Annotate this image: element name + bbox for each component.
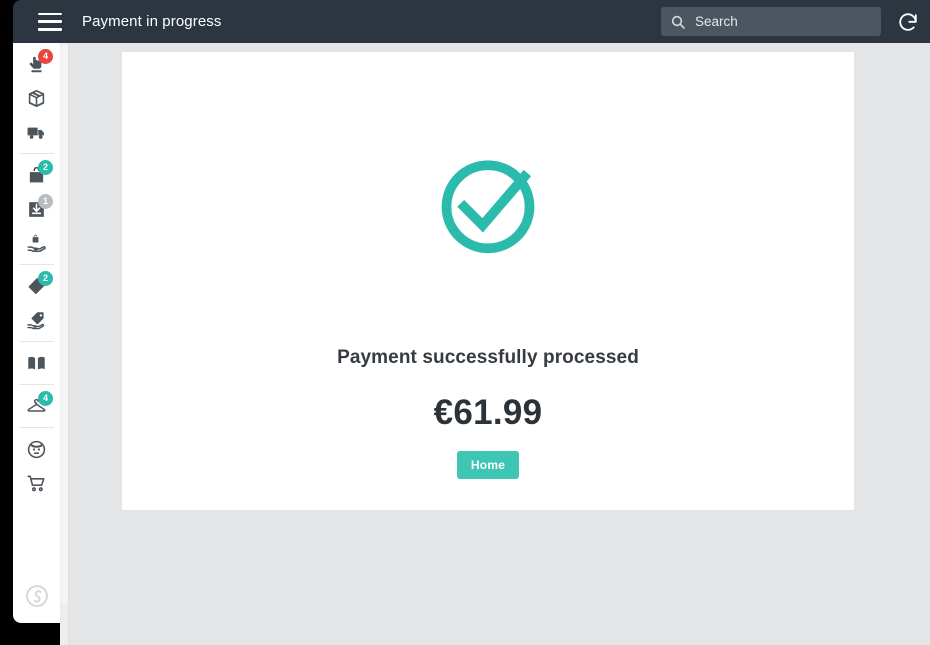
- hamburger-line: [38, 28, 62, 31]
- package-box-icon: [26, 88, 47, 109]
- sidebar-divider: [19, 384, 54, 385]
- sidebar-item-delivery-truck[interactable]: [13, 115, 60, 149]
- sidebar-group: 2: [13, 269, 60, 337]
- sidebar-item-inbox-download[interactable]: 1: [13, 192, 60, 226]
- hamburger-line: [38, 12, 62, 15]
- sidebar-item-customer[interactable]: [13, 432, 60, 466]
- shopping-cart-icon: [26, 473, 47, 494]
- page-title: Payment in progress: [82, 13, 222, 30]
- sidebar-item-package[interactable]: [13, 81, 60, 115]
- payment-amount: €61.99: [433, 393, 543, 432]
- check-circle-icon: [435, 152, 541, 258]
- search-icon: [670, 14, 686, 30]
- sidebar-item-shopping-bag[interactable]: 2: [13, 158, 60, 192]
- sidebar-badge: 2: [38, 271, 53, 286]
- content-scrollbar[interactable]: [60, 43, 69, 645]
- hand-holding-tag-icon: [26, 310, 47, 331]
- search-box[interactable]: [661, 7, 881, 36]
- hamburger-menu-icon[interactable]: [38, 12, 62, 31]
- sidebar-item-hanger[interactable]: 4: [13, 389, 60, 423]
- hand-holding-bag-icon: [26, 233, 47, 254]
- payment-result-card: Payment successfully processed €61.99 Ho…: [122, 52, 854, 510]
- sidebar-group: 4: [13, 47, 60, 149]
- sidebar-group: [13, 346, 60, 380]
- sidebar-divider: [19, 153, 54, 154]
- sidebar-badge: 2: [38, 160, 53, 175]
- app-window: Payment in progress Search 4 2 1 2 4 Pay…: [0, 0, 930, 645]
- sidebar-divider: [19, 427, 54, 428]
- hamburger-line: [38, 20, 62, 23]
- sidebar-item-hand-pointer[interactable]: 4: [13, 47, 60, 81]
- sidebar-badge: 4: [38, 391, 53, 406]
- refresh-icon[interactable]: [897, 11, 919, 33]
- content-area: Payment successfully processed €61.99 Ho…: [60, 43, 930, 645]
- sidebar-badge: 1: [38, 194, 53, 209]
- sidebar-badge: 4: [38, 49, 53, 64]
- sidebar-item-catalog[interactable]: [13, 346, 60, 380]
- sidebar-item-price-tags[interactable]: 2: [13, 269, 60, 303]
- brand-logo-icon[interactable]: [13, 583, 60, 609]
- sidebar-divider: [19, 264, 54, 265]
- sidebar-item-hand-holding-bag[interactable]: [13, 226, 60, 260]
- sidebar-item-cart[interactable]: [13, 466, 60, 500]
- top-bar: Payment in progress: [13, 0, 930, 43]
- sidebar-group: 4: [13, 389, 60, 423]
- sidebar-divider: [19, 341, 54, 342]
- scrollbar-thumb[interactable]: [61, 44, 68, 604]
- customer-face-icon: [26, 439, 47, 460]
- success-message: Payment successfully processed: [337, 347, 639, 368]
- sidebar-item-hand-holding-tag[interactable]: [13, 303, 60, 337]
- sidebar-group: [13, 432, 60, 500]
- home-button[interactable]: Home: [456, 451, 520, 479]
- sidebar: 4 2 1 2 4: [13, 43, 60, 623]
- sidebar-group: 2 1: [13, 158, 60, 260]
- delivery-truck-icon: [26, 122, 47, 143]
- open-book-catalog-icon: [26, 353, 47, 374]
- search-input[interactable]: [695, 7, 881, 36]
